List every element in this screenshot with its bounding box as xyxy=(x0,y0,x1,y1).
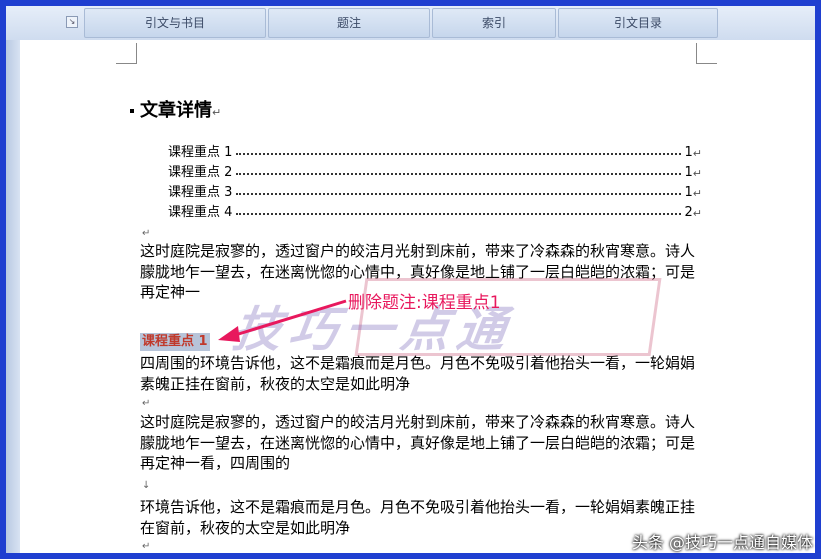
paragraph-mark: ↵ xyxy=(142,398,151,409)
margin-corner-left xyxy=(116,43,137,64)
ribbon-tab-index[interactable]: 索引 xyxy=(432,8,556,38)
ribbon-tab-captions[interactable]: 题注 xyxy=(268,8,430,38)
paragraph-mark: ↵ xyxy=(692,147,702,160)
toc-page: 1 xyxy=(684,185,693,200)
toc-page: 1 xyxy=(684,145,693,160)
margin-corner-right xyxy=(696,43,717,64)
toc-leader xyxy=(236,213,681,215)
left-ruler xyxy=(6,40,21,553)
toc-entry[interactable]: 课程重点 1 1 ↵ xyxy=(168,140,702,160)
paragraph-mark: ↵ xyxy=(212,106,222,119)
toc-leader xyxy=(236,153,681,155)
toc-leader xyxy=(236,193,681,195)
window-frame: ↘ 引文与书目 题注 索引 引文目录 文章详情↵ 课程重点 1 1 ↵ 课程重点 … xyxy=(6,6,815,553)
document-heading[interactable]: 文章详情↵ xyxy=(130,96,221,122)
body-paragraph[interactable]: 这时庭院是寂寥的，透过窗户的皎洁月光射到床前，带来了冷森森的秋宵寒意。诗人朦胧地… xyxy=(140,412,705,474)
toc-label: 课程重点 1 xyxy=(168,145,233,160)
toc-entry[interactable]: 课程重点 2 1 ↵ xyxy=(168,160,702,180)
toc-label: 课程重点 2 xyxy=(168,165,233,180)
line-break-mark: ↓ xyxy=(142,480,151,491)
heading-bullet-icon xyxy=(130,109,134,113)
toc-entry[interactable]: 课程重点 3 1 ↵ xyxy=(168,180,702,200)
toc-page: 2 xyxy=(684,205,693,220)
paragraph-mark: ↵ xyxy=(142,228,151,239)
paragraph-mark: ↵ xyxy=(142,541,151,552)
document-page[interactable]: 文章详情↵ 课程重点 1 1 ↵ 课程重点 2 1 ↵ 课程重点 3 1 ↵ 课程重点… xyxy=(20,40,815,553)
toc-label: 课程重点 4 xyxy=(168,205,233,220)
paragraph-mark: ↵ xyxy=(692,187,702,200)
arrow-icon xyxy=(218,299,347,342)
source-credit: 头条 @技巧一点通自媒体 xyxy=(631,533,813,552)
ribbon-tab-citations-bibliography[interactable]: 引文与书目 xyxy=(84,8,266,38)
toc-page: 1 xyxy=(684,165,693,180)
body-paragraph[interactable]: 环境告诉他，这不是霜痕而是月色。月色不免吸引着他抬头一看，一轮娟娟素魄正挂在窗前… xyxy=(140,497,705,538)
toc-entry[interactable]: 课程重点 4 2 ↵ xyxy=(168,200,702,220)
caption-selected[interactable]: 课程重点 1 xyxy=(140,333,210,351)
toc-label: 课程重点 3 xyxy=(168,185,233,200)
paragraph-mark: ↵ xyxy=(692,207,702,220)
paragraph-mark: ↵ xyxy=(692,167,702,180)
toc-leader xyxy=(236,173,681,175)
annotation-text: 删除题注:课程重点1 xyxy=(348,293,501,313)
dialog-launcher-icon[interactable]: ↘ xyxy=(66,16,78,28)
ribbon-tab-table-of-authorities[interactable]: 引文目录 xyxy=(558,8,718,38)
body-paragraph[interactable]: 四周围的环境告诉他，这不是霜痕而是月色。月色不免吸引着他抬头一看，一轮娟娟素魄正… xyxy=(140,353,705,394)
ribbon-toolbar: ↘ 引文与书目 题注 索引 引文目录 xyxy=(6,6,815,41)
